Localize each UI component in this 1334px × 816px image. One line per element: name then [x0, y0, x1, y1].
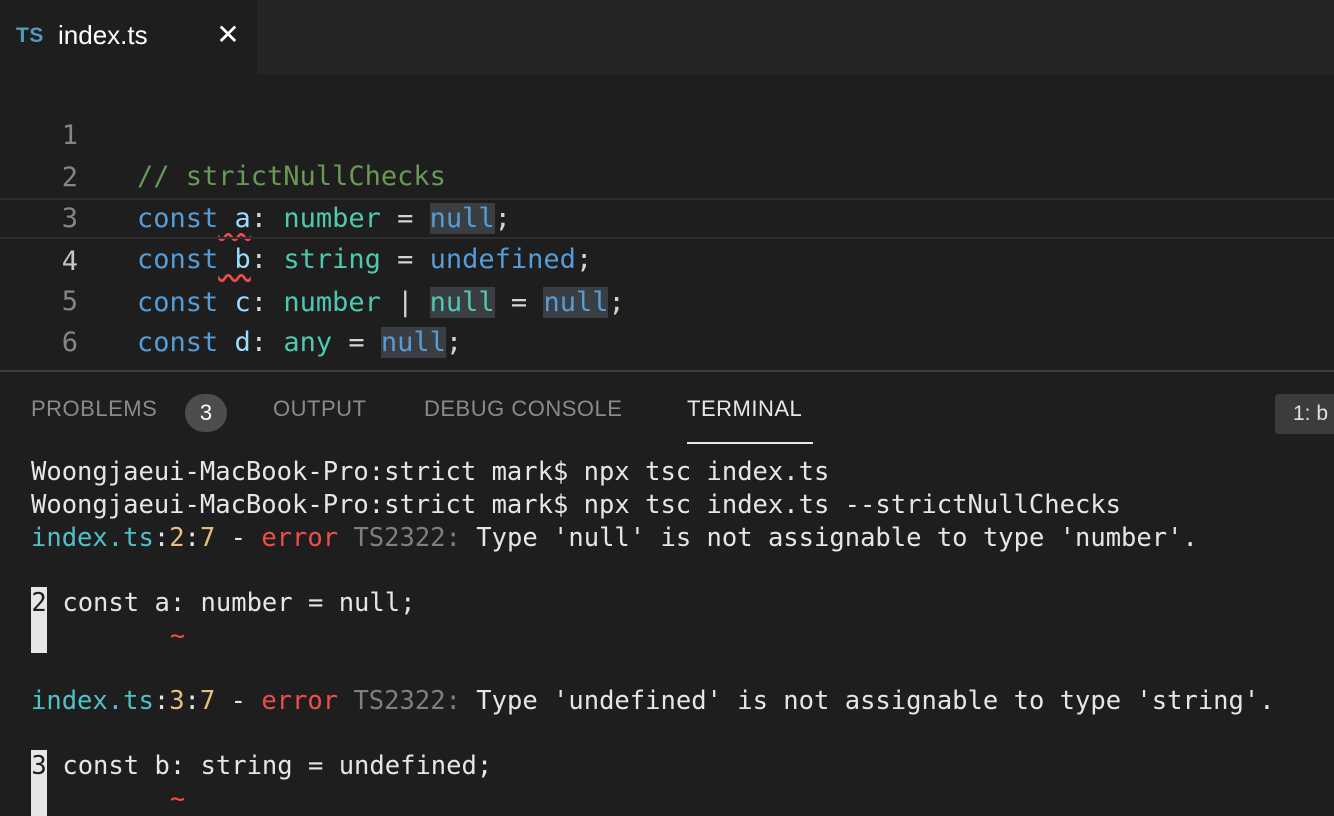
error-column: 7 [199, 686, 216, 716]
code-line-current[interactable]: 4 const c: number | null = null; [0, 198, 1334, 318]
problems-count-badge: 3 [185, 394, 227, 432]
error-line-number: 2 [169, 523, 185, 553]
error-column: 7 [199, 523, 216, 553]
terminal-command-line: Woongjaeui-MacBook-Pro:strict mark$ npx … [31, 490, 1122, 520]
error-line-number: 3 [169, 686, 185, 716]
tab-debug-console[interactable]: DEBUG CONSOLE [424, 396, 622, 422]
error-gutter: 3 [31, 750, 47, 783]
error-sep: : [153, 686, 170, 716]
error-level: error [261, 523, 339, 553]
error-code: TS2322: [338, 686, 477, 716]
error-tilde-marker: ~ [169, 621, 186, 651]
code-line[interactable]: 2 const a: number = null; [0, 116, 1334, 234]
error-file: index.ts [31, 686, 154, 716]
tab-index-ts[interactable]: TS index.ts ✕ [0, 0, 257, 74]
bottom-panel: PROBLEMS 3 OUTPUT DEBUG CONSOLE TERMINAL… [0, 370, 1334, 816]
error-level: error [261, 686, 339, 716]
error-code: TS2322: [338, 523, 477, 553]
error-sep: : [184, 686, 200, 716]
close-icon[interactable]: ✕ [213, 17, 243, 53]
error-line: index.ts:2:7 - error TS2322: Type 'null'… [31, 522, 1198, 555]
code-line[interactable]: 7 const f: void = undefined; [0, 322, 1334, 440]
error-message: Type 'null' is not assignable to type 'n… [476, 523, 1198, 553]
error-sep: : [184, 523, 200, 553]
error-line: index.ts:3:7 - error TS2322: Type 'undef… [31, 685, 1275, 718]
error-gutter-blank [31, 620, 47, 653]
code-line[interactable]: 6 const e: any = undefined; [0, 281, 1334, 399]
terminal-command-line: Woongjaeui-MacBook-Pro:strict mark$ npx … [31, 457, 830, 487]
error-file: index.ts [31, 523, 154, 553]
editor-tab-bar: TS index.ts ✕ [0, 0, 1334, 74]
code-line[interactable]: 1 // strictNullChecks [0, 74, 1334, 192]
tab-filename: index.ts [58, 20, 148, 50]
error-source: const a: number = null; [47, 588, 416, 618]
error-source-line: 3 const b: string = undefined; [31, 750, 492, 783]
error-gutter: 2 [31, 587, 47, 620]
error-marker-line: ~ [31, 783, 185, 816]
code-line[interactable]: 3 const b: string = undefined; [0, 157, 1334, 275]
error-source: const b: string = undefined; [47, 751, 493, 781]
terminal-selector[interactable]: 1: b [1275, 394, 1334, 434]
error-dash: - [215, 686, 262, 716]
tab-problems[interactable]: PROBLEMS [31, 396, 157, 422]
tab-terminal[interactable]: TERMINAL [687, 396, 802, 422]
error-gutter-blank [31, 783, 47, 816]
code-line[interactable]: 5 const d: any = null; [0, 240, 1334, 358]
code-editor[interactable]: 1 // strictNullChecks 2 const a: number … [0, 74, 1334, 440]
error-sep: : [153, 523, 170, 553]
error-tilde-marker: ~ [169, 784, 186, 814]
tab-output[interactable]: OUTPUT [273, 396, 366, 422]
active-tab-indicator [687, 442, 813, 444]
typescript-file-icon: TS [16, 24, 44, 47]
error-dash: - [215, 523, 262, 553]
error-source-line: 2 const a: number = null; [31, 587, 415, 620]
error-marker-line: ~ [31, 620, 185, 653]
error-message: Type 'undefined' is not assignable to ty… [476, 686, 1275, 716]
